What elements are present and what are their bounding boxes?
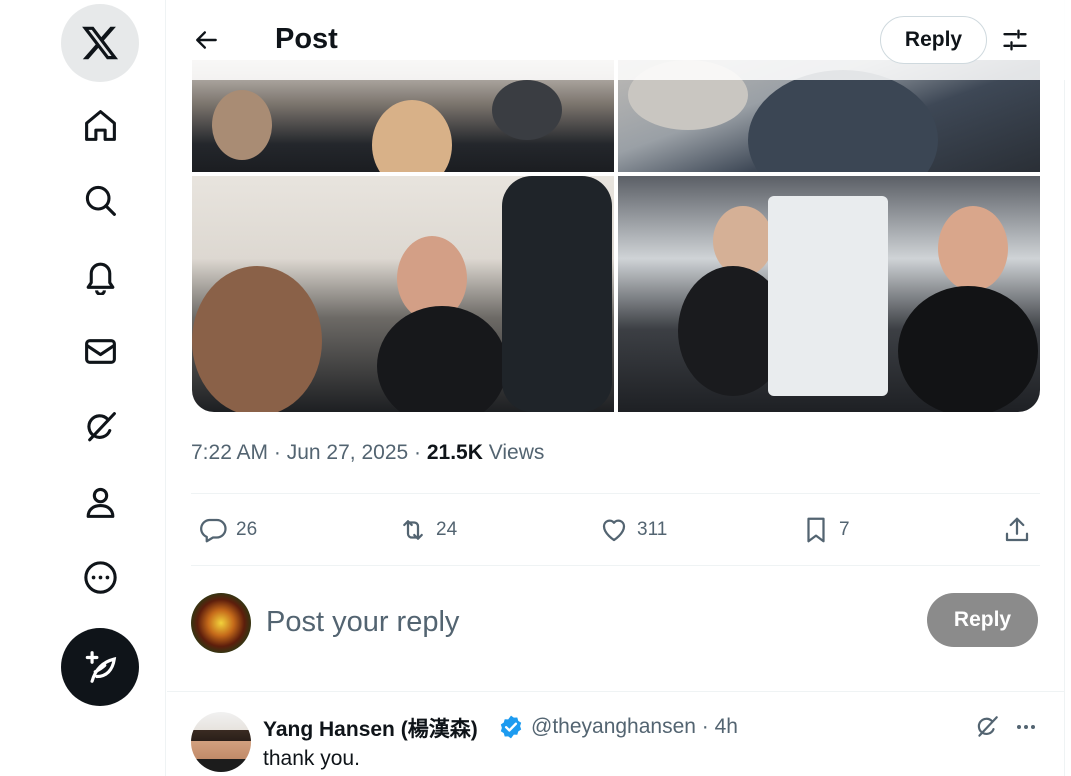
compose-icon: [85, 651, 117, 683]
nav-profile[interactable]: [60, 472, 140, 532]
compose-post-button[interactable]: [61, 628, 139, 706]
bookmark-count: 7: [839, 519, 850, 540]
photo-3[interactable]: [192, 176, 614, 412]
reply-avatar[interactable]: [191, 712, 251, 772]
adjust-button[interactable]: [995, 20, 1035, 60]
divider-bottom: [191, 565, 1040, 566]
verified-badge-icon: [500, 715, 522, 739]
header-reply-button[interactable]: Reply: [880, 16, 987, 64]
reply-grok-button[interactable]: [971, 711, 1003, 743]
photo-4[interactable]: [618, 176, 1040, 412]
my-avatar[interactable]: [191, 593, 251, 653]
reply-author-name[interactable]: Yang Hansen (楊漢森): [263, 713, 478, 743]
person-icon: [86, 487, 114, 518]
repost-action[interactable]: 24: [398, 510, 457, 550]
sliders-icon: [1003, 29, 1027, 51]
reply-handle-time: @theyanghansen · 4h: [531, 715, 738, 739]
grok-icon: [977, 716, 998, 737]
main-column: Post Reply 7:22 AM · Jun 27, 2025 · 21.5…: [167, 0, 1065, 776]
repost-count: 24: [436, 519, 458, 540]
comment-icon: [200, 518, 227, 543]
reply-submit-button[interactable]: Reply: [927, 593, 1038, 647]
nav-messages[interactable]: [60, 321, 140, 381]
views-count: 21.5K: [426, 441, 483, 464]
nav-explore[interactable]: [60, 170, 140, 230]
more-dots-icon: [1017, 725, 1035, 729]
divider-top: [191, 493, 1040, 494]
nav-notifications[interactable]: [60, 246, 140, 306]
repost-icon: [403, 520, 423, 540]
back-arrow-icon: [196, 31, 217, 49]
back-button[interactable]: [187, 20, 227, 60]
mail-icon: [84, 338, 116, 364]
section-divider: [167, 691, 1065, 692]
like-count: 311: [637, 519, 668, 540]
reply-handle[interactable]: @theyanghansen: [531, 715, 696, 738]
page: Post Reply 7:22 AM · Jun 27, 2025 · 21.5…: [0, 0, 1071, 776]
left-navigation: [0, 0, 166, 776]
bookmark-icon: [807, 517, 825, 543]
post-date[interactable]: Jun 27, 2025: [287, 441, 408, 464]
nav-home[interactable]: [60, 95, 140, 155]
bell-icon: [86, 262, 114, 295]
x-logo-icon[interactable]: [61, 4, 139, 82]
reply-action[interactable]: 26: [198, 510, 257, 550]
more-circle-icon: [83, 560, 117, 594]
post-time[interactable]: 7:22 AM: [191, 441, 268, 464]
reply-input[interactable]: [266, 600, 866, 644]
share-action[interactable]: [1002, 510, 1032, 550]
search-icon: [85, 185, 116, 216]
share-icon: [1005, 517, 1029, 542]
reply-count: 26: [236, 519, 258, 540]
photo-grid: [192, 60, 1040, 412]
reply-more-button[interactable]: [1010, 711, 1042, 743]
grok-icon: [86, 411, 116, 441]
reply-text: thank you.: [263, 747, 360, 770]
reply-time[interactable]: · 4h: [702, 715, 738, 738]
post-header: Post Reply: [167, 0, 1065, 80]
views-label: Views: [488, 441, 545, 464]
nav-grok[interactable]: [60, 397, 140, 457]
bookmark-action[interactable]: 7: [801, 510, 850, 550]
heart-icon: [602, 519, 626, 542]
post-meta: 7:22 AM · Jun 27, 2025 · 21.5K Views: [191, 441, 545, 464]
nav-more[interactable]: [60, 547, 140, 607]
like-action[interactable]: 311: [599, 510, 667, 550]
page-title: Post: [275, 23, 338, 55]
home-icon: [84, 109, 116, 141]
